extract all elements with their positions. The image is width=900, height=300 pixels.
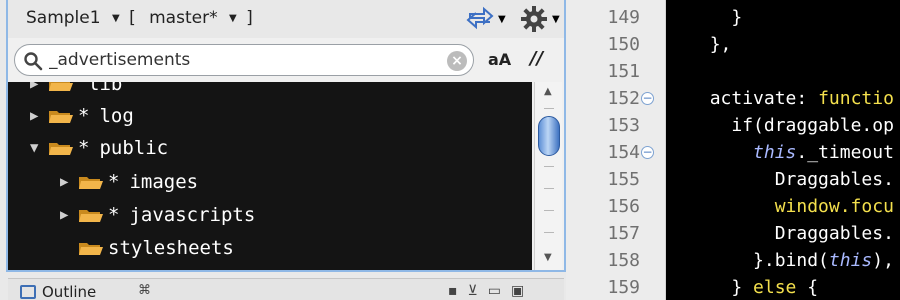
line-number: 154 xyxy=(607,142,640,163)
tree-item-public[interactable]: ▼ * public xyxy=(30,132,168,164)
regex-toggle[interactable]: // xyxy=(530,48,543,69)
scroll-up-icon[interactable]: ▲ xyxy=(544,86,552,97)
chevron-down-icon: ▼ xyxy=(111,13,120,24)
branch-bracket-open: [ xyxy=(129,8,136,28)
scroll-track-mark xyxy=(544,108,554,109)
file-tree: ▶ lib ▶ * log ▼ * public ▶ * images ▶ * … xyxy=(8,82,532,270)
project-selector[interactable]: Sample1 ▼ [ master* ▼ ] xyxy=(26,8,253,28)
line-number: 157 xyxy=(607,223,640,244)
line-number: 156 xyxy=(607,196,640,217)
tree-item-label: images xyxy=(129,171,199,193)
folder-icon xyxy=(79,243,103,255)
code-line: Draggables. xyxy=(774,169,894,190)
chevron-down-icon: ▼ xyxy=(228,13,237,24)
line-number: 158 xyxy=(607,250,640,271)
project-explorer: Sample1 ▼ [ master* ▼ ] ▼ ▼ _advertiseme… xyxy=(0,0,566,300)
folder-icon xyxy=(79,210,103,222)
filter-search-box: × xyxy=(14,44,474,76)
line-number: 151 xyxy=(607,61,640,82)
sync-arrows-icon[interactable] xyxy=(466,5,494,31)
tree-item-images[interactable]: ▶ * images xyxy=(60,166,198,198)
chevron-down-icon[interactable]: ▼ xyxy=(552,14,560,25)
tree-item-label: lib xyxy=(88,82,123,95)
branch-bracket-close: ] xyxy=(246,8,253,28)
scroll-track-mark xyxy=(544,166,554,167)
tree-item-label: log xyxy=(99,105,134,127)
fold-collapse-icon[interactable]: − xyxy=(641,92,654,105)
folder-open-icon xyxy=(49,143,73,155)
app-window: Sample1 ▼ [ master* ▼ ] ▼ ▼ _advertiseme… xyxy=(0,0,900,300)
code-line: } else { xyxy=(731,277,819,298)
code-editor[interactable]: 149 150 151 152 − 153 154 − 155 156 157 … xyxy=(570,0,900,300)
collapse-arrow-icon[interactable]: ▼ xyxy=(30,140,48,156)
tree-item-stylesheets[interactable]: stylesheets xyxy=(78,232,234,264)
code-line: if(draggable.op xyxy=(731,115,894,136)
outline-icon xyxy=(20,285,36,299)
modified-marker: * xyxy=(108,204,120,226)
modified-marker: * xyxy=(78,105,90,127)
clear-icon[interactable]: × xyxy=(447,51,467,71)
modified-marker: * xyxy=(108,171,120,193)
fold-collapse-icon[interactable]: − xyxy=(641,146,654,159)
code-line: } xyxy=(731,7,743,28)
code-line: window.focu xyxy=(774,196,894,217)
tree-item-label: javascripts xyxy=(129,204,256,226)
close-icon[interactable]: ⌘ xyxy=(138,283,151,298)
scroll-thumb[interactable] xyxy=(538,116,560,156)
code-line: }.bind(this), xyxy=(753,250,894,271)
search-input[interactable] xyxy=(49,49,429,71)
tree-item-javascripts[interactable]: ▶ * javascripts xyxy=(60,199,255,231)
line-number: 149 xyxy=(607,7,640,28)
outline-toolbar-icons[interactable]: ▪⊻▭▣ xyxy=(448,283,534,299)
branch-name[interactable]: master* xyxy=(149,8,217,28)
explorer-toolbar: Sample1 ▼ [ master* ▼ ] ▼ ▼ xyxy=(8,0,564,38)
expand-arrow-icon[interactable]: ▶ xyxy=(30,108,48,124)
outline-tab-label: Outline xyxy=(42,283,97,300)
folder-icon xyxy=(49,111,73,123)
scroll-down-icon[interactable]: ▼ xyxy=(544,252,552,263)
code-line: Draggables. xyxy=(774,223,894,244)
code-line: }, xyxy=(709,34,732,55)
case-sensitive-toggle[interactable]: aA xyxy=(488,50,511,69)
gear-icon[interactable] xyxy=(520,5,548,33)
line-number-gutter: 149 150 151 152 − 153 154 − 155 156 157 … xyxy=(570,0,666,300)
tab-outline[interactable]: Outline ⌘ ▪⊻▭▣ xyxy=(8,278,564,300)
modified-marker: * xyxy=(78,137,90,159)
line-number: 159 xyxy=(607,277,640,298)
folder-icon xyxy=(49,82,73,91)
scroll-track-mark xyxy=(544,188,554,189)
tree-item-lib[interactable]: ▶ lib xyxy=(30,82,122,100)
tree-scrollbar[interactable]: ▲ ▼ xyxy=(534,82,562,270)
expand-arrow-icon[interactable]: ▶ xyxy=(60,207,78,223)
expand-arrow-icon[interactable]: ▶ xyxy=(60,174,78,190)
tree-item-log[interactable]: ▶ * log xyxy=(30,100,134,132)
scroll-track-mark xyxy=(544,232,554,233)
line-number: 150 xyxy=(607,34,640,55)
folder-icon xyxy=(79,177,103,189)
project-name: Sample1 xyxy=(26,8,101,28)
line-number: 153 xyxy=(607,115,640,136)
chevron-down-icon[interactable]: ▼ xyxy=(498,14,506,25)
search-icon xyxy=(24,52,43,71)
line-number: 152 xyxy=(607,88,640,109)
code-line: this._timeout xyxy=(753,142,894,163)
tree-item-label: stylesheets xyxy=(108,237,234,259)
tree-item-label: public xyxy=(99,137,169,159)
scroll-track-mark xyxy=(544,210,554,211)
expand-arrow-icon[interactable]: ▶ xyxy=(30,82,48,92)
code-line: activate: functio xyxy=(709,88,894,109)
line-number: 155 xyxy=(607,169,640,190)
